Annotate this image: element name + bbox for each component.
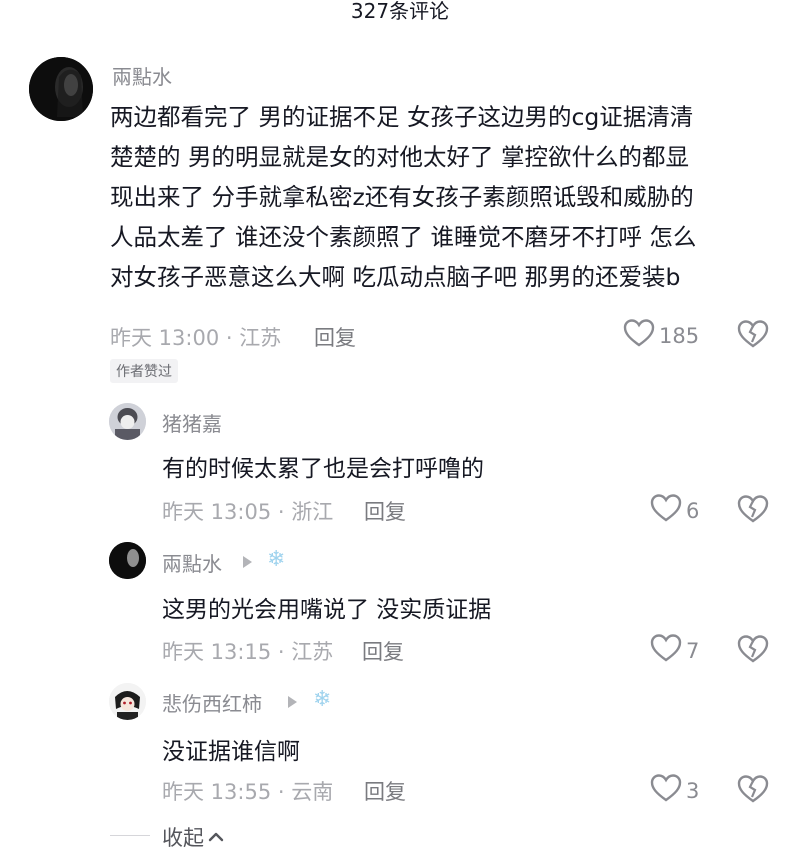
broken-heart-icon[interactable] [737,634,769,668]
reply-meta: 昨天 13:15 · 江苏 [162,640,334,664]
comment-text: 两边都看完了 男的证据不足 女孩子这边男的cg证据清清 楚楚的 男的明显就是女的… [110,97,790,297]
broken-heart-icon[interactable] [737,774,769,808]
like-button[interactable]: 3 [650,773,699,808]
reply-meta: 昨天 13:05 · 浙江 [162,500,334,524]
avatar[interactable] [109,542,146,579]
reply-text: 有的时候太累了也是会打呼噜的 [162,456,484,482]
reply-button[interactable]: 回复 [314,322,356,352]
like-count: 3 [686,778,700,803]
broken-heart-icon[interactable] [737,319,769,353]
like-button[interactable]: 6 [650,493,699,528]
reply-button[interactable]: 回复 [362,636,404,666]
heart-outline-icon [650,773,682,808]
reply-text: 没证据谁信啊 [162,739,300,765]
comment-text-line: 楚楚的 男的明显就是女的对他太好了 掌控欲什么的都显 [110,143,689,171]
heart-outline-icon [650,493,682,528]
comment-meta: 昨天 13:00 · 江苏 [110,326,282,350]
broken-heart-icon[interactable] [737,494,769,528]
reply-button[interactable]: 回复 [364,496,406,526]
reply-button[interactable]: 回复 [364,776,406,806]
reply-username[interactable]: 兩點水 [162,548,222,577]
like-button[interactable]: 185 [623,318,699,353]
chevron-up-icon [208,828,224,847]
collapse-label: 收起 [162,826,204,850]
author-liked-badge: 作者赞过 [110,359,178,383]
avatar[interactable] [29,57,93,121]
avatar[interactable] [109,683,146,720]
heart-outline-icon [650,633,682,668]
comment-count-title: 327条评论 [350,0,450,23]
collapse-button[interactable]: 收起 [162,822,224,852]
comment-text-line: 现出来了 分手就拿私密z还有女孩子素颜照诋毁和威胁的 [110,183,694,211]
reply-meta: 昨天 13:55 · 云南 [162,780,334,804]
snowflake-icon: ❄ [267,547,286,572]
avatar[interactable] [109,403,146,440]
reply-arrow-icon [243,556,252,568]
comment-text-line: 两边都看完了 男的证据不足 女孩子这边男的cg证据清清 [110,103,694,131]
divider [110,835,150,836]
comment-text-line: 人品太差了 谁还没个素颜照了 谁睡觉不磨牙不打呼 怎么 [110,223,697,251]
heart-outline-icon [623,318,655,353]
like-count: 6 [686,498,700,523]
like-count: 185 [659,323,700,348]
reply-arrow-icon [288,696,297,708]
comment-username[interactable]: 兩點水 [112,61,172,90]
reply-username[interactable]: 猪猪嘉 [162,408,222,437]
comment-text-line: 对女孩子恶意这么大啊 吃瓜动点脑子吧 那男的还爱装b [110,263,681,291]
reply-text: 这男的光会用嘴说了 没实质证据 [162,597,492,623]
like-button[interactable]: 7 [650,633,699,668]
reply-username[interactable]: 悲伤西红柿 [162,688,262,717]
like-count: 7 [686,638,700,663]
snowflake-icon: ❄ [313,687,332,712]
